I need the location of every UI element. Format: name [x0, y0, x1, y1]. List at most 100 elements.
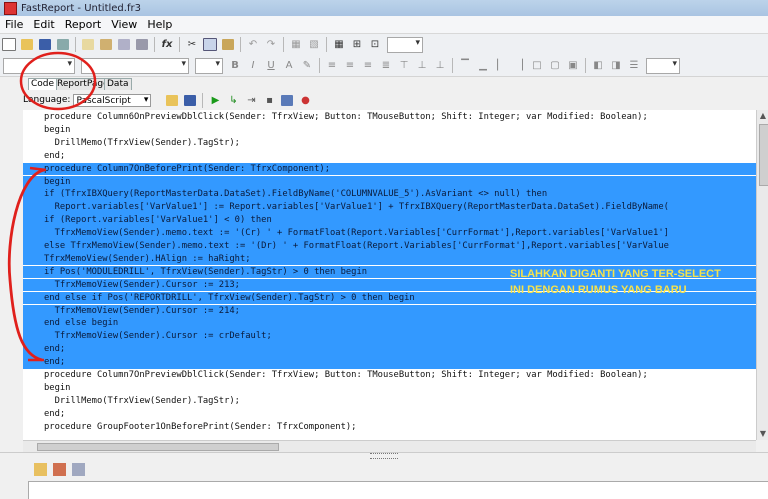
open-script-icon[interactable]: [165, 93, 179, 107]
code-line-selected[interactable]: TfrxMemoView(Sender).Cursor := 214;: [23, 304, 756, 318]
frame-style-icon[interactable]: ☰: [627, 59, 641, 73]
save-script-icon[interactable]: [183, 93, 197, 107]
breakpoint-icon[interactable]: ●: [298, 93, 312, 107]
toolbar-separator: [240, 37, 241, 52]
watch-list[interactable]: [28, 481, 768, 499]
code-line-selected[interactable]: TfrxMemoView(Sender).memo.text := '(Cr) …: [23, 227, 756, 240]
run-icon[interactable]: ▶: [208, 93, 222, 107]
code-line[interactable]: procedure GroupFooter1OnBeforePrint(Send…: [23, 421, 756, 434]
frame-right-icon[interactable]: ▕: [512, 59, 526, 73]
step-into-icon[interactable]: ↳: [226, 93, 240, 107]
frame-none-icon[interactable]: ▢: [548, 59, 562, 73]
frame-all-icon[interactable]: □: [530, 59, 544, 73]
bold-icon[interactable]: B: [228, 59, 242, 73]
new-icon[interactable]: [2, 38, 16, 52]
stop-icon[interactable]: ▪: [262, 93, 276, 107]
delete-page-icon[interactable]: [117, 38, 131, 52]
code-line-selected[interactable]: Report.variables['VarValue1'] := Report.…: [23, 201, 756, 214]
frame-bottom-icon[interactable]: ▁: [476, 59, 490, 73]
frame-color-icon[interactable]: ◨: [609, 59, 623, 73]
frame-top-icon[interactable]: ▔: [458, 59, 472, 73]
code-line[interactable]: DrillMemo(TfrxView(Sender).TagStr);: [23, 137, 756, 150]
align-right-icon[interactable]: ≡: [361, 59, 375, 73]
valign-top-icon[interactable]: ⊤: [397, 59, 411, 73]
copy-icon[interactable]: [203, 38, 217, 52]
fit-grid-icon[interactable]: ⊡: [368, 38, 382, 52]
report-icon[interactable]: [135, 38, 149, 52]
toolbar-separator: [326, 37, 327, 52]
tab-report-page[interactable]: ReportPage: [54, 78, 112, 90]
save-icon[interactable]: [38, 38, 52, 52]
vertical-scrollbar[interactable]: ▲ ▼: [756, 110, 768, 440]
frame-width-combo[interactable]: [646, 57, 680, 74]
code-line-selected[interactable]: end;: [23, 356, 756, 369]
menu-item-file[interactable]: File: [0, 18, 28, 31]
open-icon[interactable]: [20, 38, 34, 52]
scroll-down-icon[interactable]: ▼: [757, 428, 768, 440]
delete-watch-icon[interactable]: [53, 463, 66, 476]
valign-bottom-icon[interactable]: ⊥: [433, 59, 447, 73]
undo-icon[interactable]: ↶: [246, 38, 260, 52]
tab-code[interactable]: Code: [28, 78, 58, 90]
function-icon[interactable]: fx: [160, 38, 174, 52]
menu-item-edit[interactable]: Edit: [28, 18, 59, 31]
fill-color-icon[interactable]: ◧: [591, 59, 605, 73]
language-select[interactable]: PascalScript: [73, 93, 152, 107]
splitter-grip[interactable]: [370, 453, 398, 459]
page-icon[interactable]: [81, 38, 95, 52]
code-line[interactable]: begin: [23, 124, 756, 137]
font-size-combo[interactable]: [195, 57, 223, 74]
grid-align-icon[interactable]: ⊞: [350, 38, 364, 52]
align-justify-icon[interactable]: ≣: [379, 59, 393, 73]
code-line[interactable]: end;: [23, 150, 756, 163]
tab-data[interactable]: Data: [104, 78, 132, 90]
code-line-selected[interactable]: else TfrxMemoView(Sender).memo.text := '…: [23, 240, 756, 253]
align-left-icon[interactable]: ≡: [325, 59, 339, 73]
code-line[interactable]: procedure Column6OnPreviewDblClick(Sende…: [23, 111, 756, 124]
code-line-selected[interactable]: begin: [23, 175, 756, 189]
code-line-selected[interactable]: if (Report.variables['VarValue1'] < 0) t…: [23, 214, 756, 227]
valign-middle-icon[interactable]: ⊥: [415, 59, 429, 73]
code-line-selected[interactable]: TfrxMemoView(Sender).Cursor := crDefault…: [23, 330, 756, 343]
preview-icon[interactable]: [56, 38, 70, 52]
add-watch-icon[interactable]: [34, 463, 47, 476]
menu-item-report[interactable]: Report: [60, 18, 106, 31]
horizontal-scrollbar[interactable]: [23, 440, 756, 452]
evaluate-icon[interactable]: [280, 93, 294, 107]
menu-item-view[interactable]: View: [106, 18, 142, 31]
step-over-icon[interactable]: ⇥: [244, 93, 258, 107]
code-line[interactable]: DrillMemo(TfrxView(Sender).TagStr);: [23, 395, 756, 408]
ungroup-icon[interactable]: ▧: [307, 38, 321, 52]
redo-icon[interactable]: ↷: [264, 38, 278, 52]
code-line[interactable]: procedure Column7OnPreviewDblClick(Sende…: [23, 369, 756, 382]
italic-icon[interactable]: I: [246, 59, 260, 73]
code-line-selected[interactable]: procedure Column7OnBeforePrint(Sender: T…: [23, 162, 756, 176]
toolbar-separator: [319, 58, 320, 73]
menu-item-help[interactable]: Help: [142, 18, 177, 31]
frame-left-icon[interactable]: ▏: [494, 59, 508, 73]
code-line-selected[interactable]: if (TfrxIBXQuery(ReportMasterData.DataSe…: [23, 188, 756, 201]
code-line-selected[interactable]: end;: [23, 343, 756, 356]
language-label: Language:: [23, 95, 71, 105]
edit-watch-icon[interactable]: [72, 463, 85, 476]
cut-icon[interactable]: ✂: [185, 38, 199, 52]
highlight-icon[interactable]: ✎: [300, 59, 314, 73]
style-combo[interactable]: [3, 57, 75, 74]
page-settings-icon[interactable]: [99, 38, 113, 52]
vertical-scroll-thumb[interactable]: [759, 124, 768, 186]
zoom-combo[interactable]: [387, 36, 423, 53]
align-center-icon[interactable]: ≡: [343, 59, 357, 73]
font-name-combo[interactable]: [81, 57, 189, 74]
grid-icon[interactable]: ▦: [332, 38, 346, 52]
horizontal-scroll-thumb[interactable]: [37, 443, 279, 451]
code-line-selected[interactable]: end else begin: [23, 317, 756, 330]
shadow-icon[interactable]: ▣: [566, 59, 580, 73]
paste-icon[interactable]: [221, 38, 235, 52]
code-line-selected[interactable]: TfrxMemoView(Sender).HAlign := haRight;: [23, 252, 756, 266]
code-line[interactable]: end;: [23, 408, 756, 421]
underline-icon[interactable]: U: [264, 59, 278, 73]
font-settings-icon[interactable]: A: [282, 59, 296, 73]
group-icon[interactable]: ▦: [289, 38, 303, 52]
scroll-up-icon[interactable]: ▲: [757, 110, 768, 122]
code-line[interactable]: begin: [23, 382, 756, 395]
